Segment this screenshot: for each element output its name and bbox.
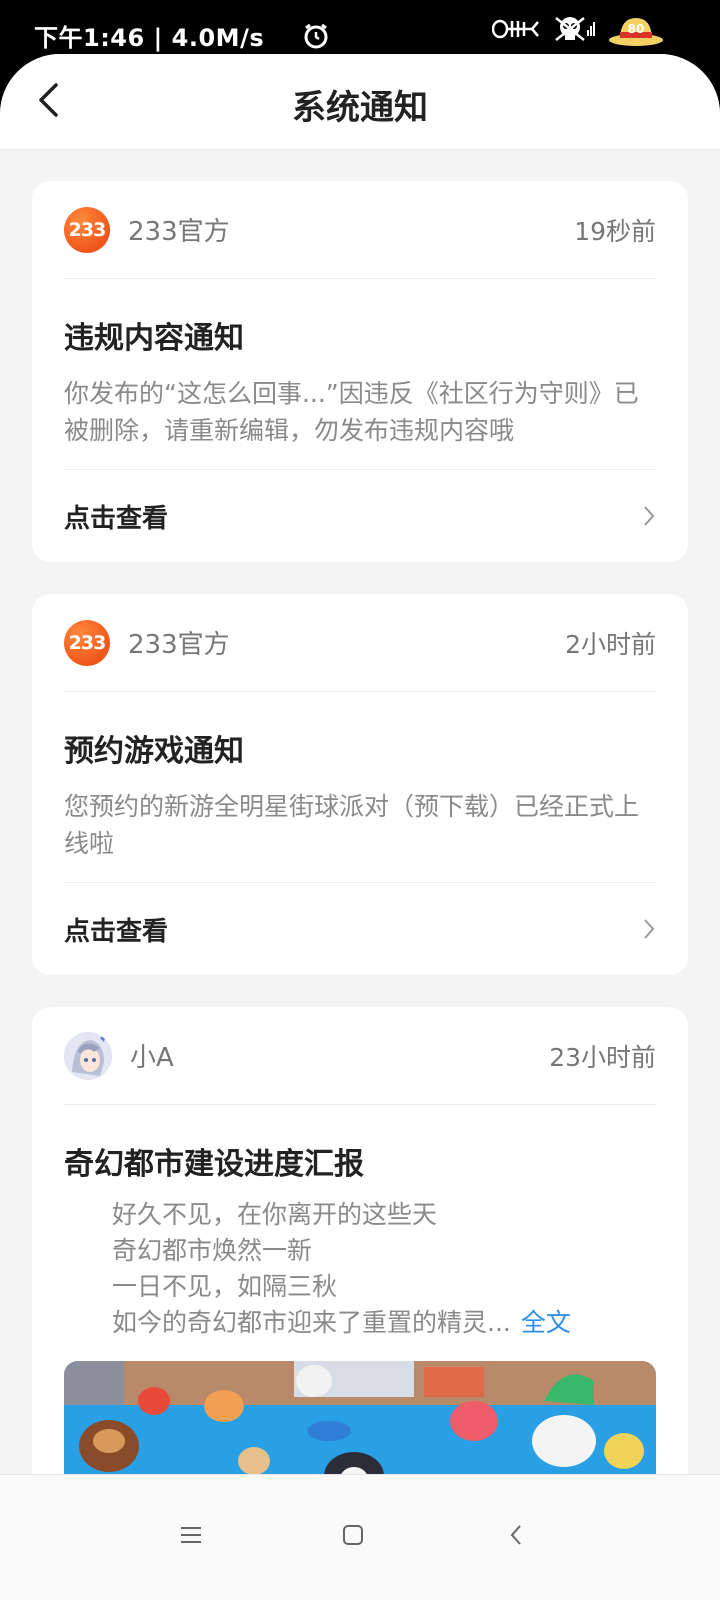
body-line: 一日不见，如隔三秋 bbox=[112, 1272, 338, 1301]
sender-name[interactable]: 小A bbox=[130, 1037, 174, 1074]
timestamp: 19秒前 bbox=[574, 216, 656, 246]
card-header: 小A 23小时前 bbox=[64, 1007, 656, 1105]
home-square-icon bbox=[343, 1525, 363, 1545]
notification-body: 您预约的新游全明星街球派对（预下载）已经正式上线啦 bbox=[64, 788, 656, 883]
action-label: 点击查看 bbox=[64, 503, 169, 534]
back-arrow-icon bbox=[510, 1525, 521, 1545]
app-screen: 系统通知 233 233官方 19秒前 违规内容通知 你发布的“这怎么回事...… bbox=[0, 54, 720, 1600]
notification-title: 预约游戏通知 bbox=[64, 734, 244, 769]
card-header: 233 233官方 19秒前 bbox=[64, 181, 656, 279]
view-details-button[interactable]: 点击查看 bbox=[64, 883, 656, 975]
notification-card[interactable]: 233 233官方 2小时前 预约游戏通知 您预约的新游全明星街球派对（预下载）… bbox=[32, 594, 688, 975]
chevron-right-icon bbox=[642, 917, 656, 941]
notification-title: 奇幻都市建设进度汇报 bbox=[64, 1147, 364, 1182]
fishbone-icon bbox=[491, 16, 540, 46]
notification-body: 你发布的“这怎么回事...”因违反《社区行为守则》已被删除，请重新编辑，勿发布违… bbox=[64, 375, 656, 470]
status-left: 下午1:46 | 4.0M/s bbox=[34, 18, 330, 53]
status-time-speed: 下午1:46 | 4.0M/s bbox=[34, 24, 265, 52]
straw-hat-battery-icon: 80 bbox=[608, 14, 664, 48]
body-line: 好久不见，在你离开的这些天 bbox=[112, 1200, 438, 1229]
notification-title: 违规内容通知 bbox=[64, 321, 244, 356]
chevron-right-icon bbox=[642, 504, 656, 528]
battery-level: 80 bbox=[627, 22, 645, 36]
header: 系统通知 bbox=[0, 54, 720, 150]
alarm-icon bbox=[302, 22, 330, 50]
menu-icon bbox=[181, 1527, 201, 1543]
action-label: 点击查看 bbox=[64, 916, 169, 947]
skull-icon bbox=[552, 14, 596, 48]
avatar[interactable] bbox=[64, 1031, 112, 1080]
page-title: 系统通知 bbox=[292, 88, 428, 128]
sender-name[interactable]: 233官方 bbox=[128, 211, 230, 248]
notification-card[interactable]: 小A 23小时前 奇幻都市建设进度汇报 好久不见，在你离开的这些天 奇幻都市焕然… bbox=[32, 1007, 688, 1521]
home-button[interactable] bbox=[329, 1511, 377, 1559]
system-nav-bar bbox=[0, 1474, 720, 1600]
body-line: 奇幻都市焕然一新 bbox=[112, 1236, 313, 1265]
status-right: 80 bbox=[491, 14, 664, 48]
notification-body: 好久不见，在你离开的这些天 奇幻都市焕然一新 一日不见，如隔三秋 如今的奇幻都市… bbox=[64, 1197, 656, 1341]
notification-card[interactable]: 233 233官方 19秒前 违规内容通知 你发布的“这怎么回事...”因违反《… bbox=[32, 181, 688, 562]
full-text-link[interactable]: 全文 bbox=[521, 1308, 571, 1337]
nav-back-button[interactable] bbox=[492, 1511, 540, 1559]
avatar[interactable]: 233 bbox=[64, 206, 110, 253]
body-line: 如今的奇幻都市迎来了重置的精灵... bbox=[112, 1308, 511, 1337]
timestamp: 2小时前 bbox=[565, 629, 656, 659]
notification-list: 233 233官方 19秒前 违规内容通知 你发布的“这怎么回事...”因违反《… bbox=[32, 181, 688, 1553]
sender-name[interactable]: 233官方 bbox=[128, 624, 230, 661]
body-line-last: 如今的奇幻都市迎来了重置的精灵... 全文 bbox=[112, 1305, 656, 1341]
card-header: 233 233官方 2小时前 bbox=[64, 594, 656, 692]
view-details-button[interactable]: 点击查看 bbox=[64, 470, 656, 562]
menu-button[interactable] bbox=[167, 1511, 215, 1559]
timestamp: 23小时前 bbox=[549, 1042, 656, 1072]
avatar[interactable]: 233 bbox=[64, 619, 110, 666]
